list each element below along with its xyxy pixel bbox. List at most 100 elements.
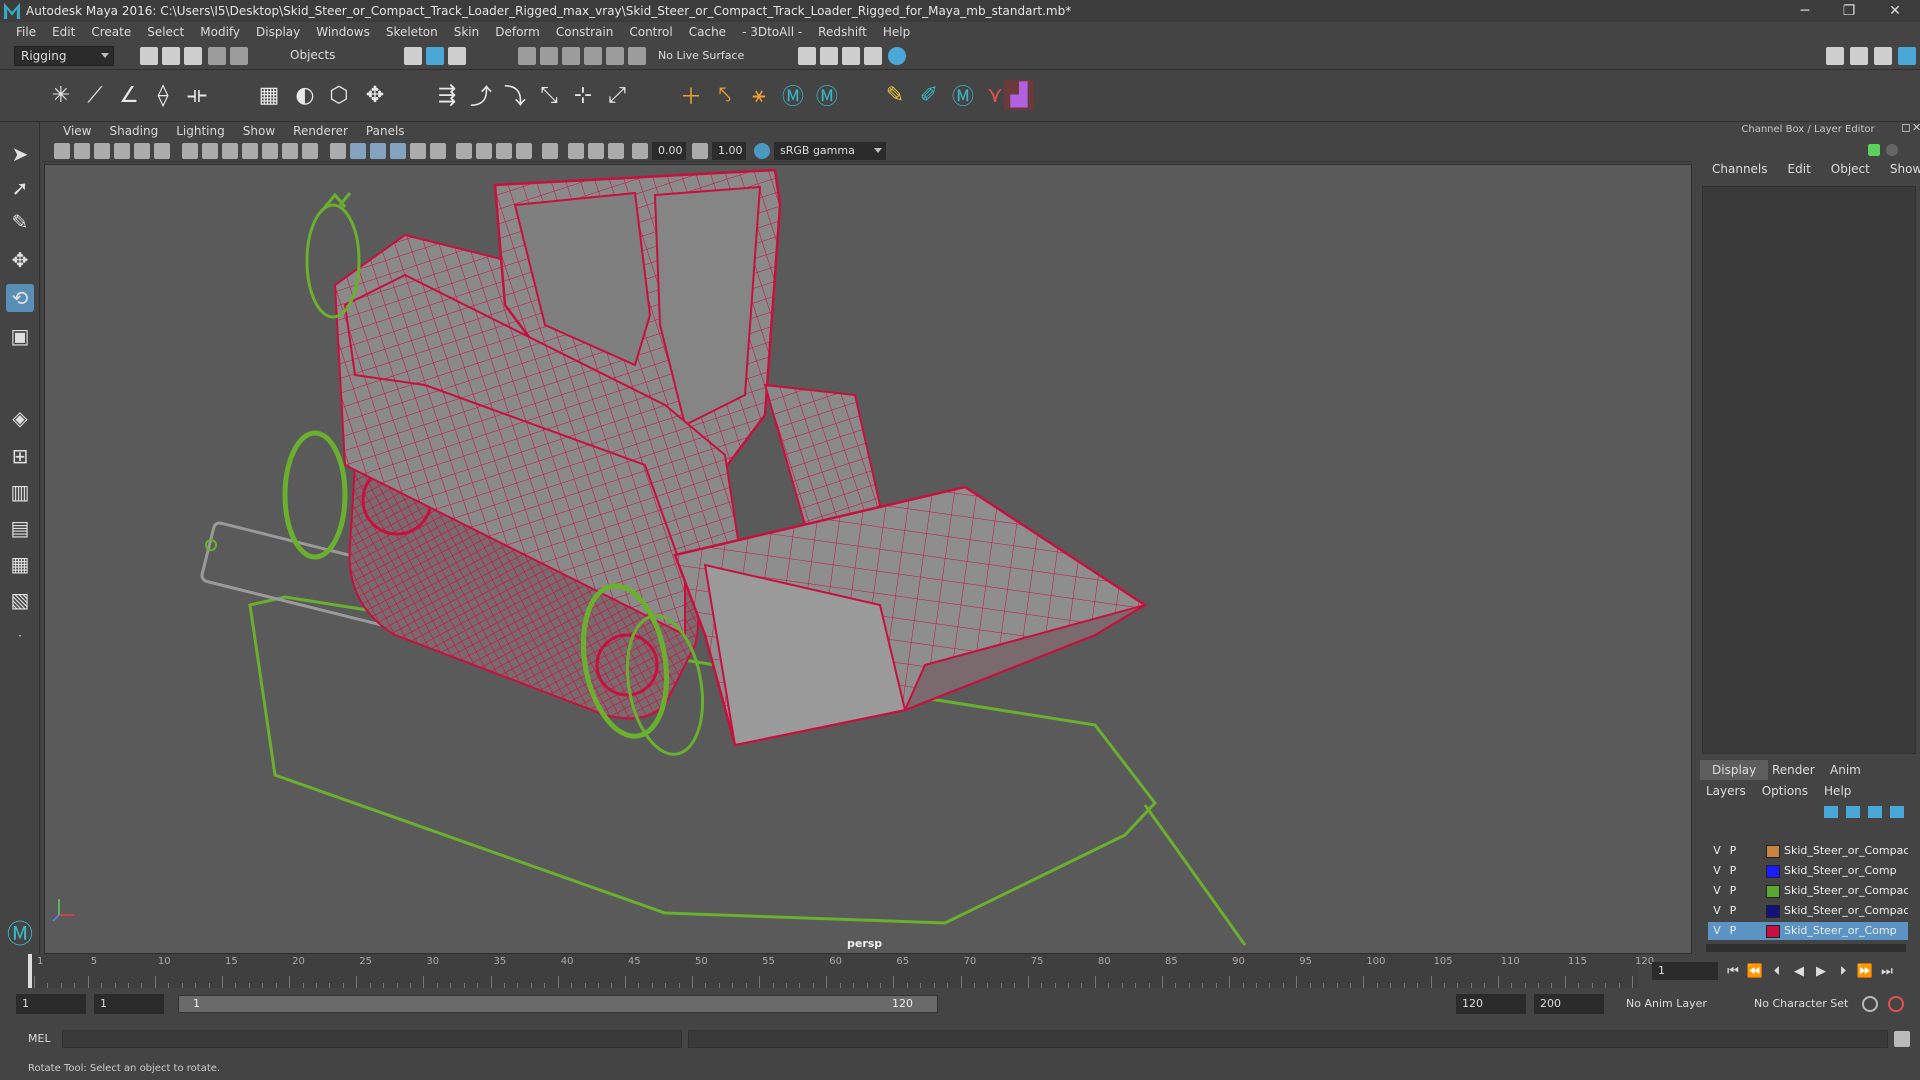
- scale-tool-icon[interactable]: ▣: [6, 322, 34, 350]
- menu-help[interactable]: Help: [875, 25, 918, 39]
- command-input[interactable]: [62, 1030, 682, 1048]
- two-d-pan-icon[interactable]: [134, 143, 150, 159]
- smooth-shade-icon[interactable]: [350, 143, 366, 159]
- menu-control[interactable]: Control: [621, 25, 680, 39]
- viewport-menu-shading[interactable]: Shading: [100, 122, 167, 140]
- attribute-editor-icon[interactable]: [1850, 47, 1868, 65]
- layer-row[interactable]: V P Skid_Steer_or_Comp: [1708, 862, 1908, 880]
- time-slider[interactable]: 1 5 10 15 20 25 30 35 40 45 50 55 60 65 70 75 80 85 90 95 10…: [0, 954, 1920, 988]
- xray-icon[interactable]: [568, 143, 584, 159]
- grid-toggle-icon[interactable]: [182, 143, 198, 159]
- image-plane-icon[interactable]: [114, 143, 130, 159]
- close-panel-icon[interactable]: ✕: [1912, 121, 1920, 134]
- pole-vector-icon[interactable]: ⤢: [602, 80, 632, 110]
- channel-list[interactable]: [1702, 186, 1916, 754]
- menu-skin[interactable]: Skin: [446, 25, 488, 39]
- screen-space-ao-icon[interactable]: [456, 143, 472, 159]
- rotate-tool-icon[interactable]: ⟲: [6, 284, 34, 312]
- single-perspective-layout-icon[interactable]: ◈: [6, 404, 34, 432]
- camera-attributes-icon[interactable]: [74, 143, 90, 159]
- move-layer-down-icon[interactable]: [1846, 806, 1860, 818]
- range-bar[interactable]: 1 120: [178, 995, 938, 1013]
- script-editor-icon[interactable]: [1894, 1031, 1910, 1047]
- hik-icon[interactable]: Ⓜ: [778, 80, 808, 110]
- bookmark-icon[interactable]: [94, 143, 110, 159]
- move-tool-icon[interactable]: ✥: [6, 246, 34, 274]
- layer-color-swatch[interactable]: [1766, 845, 1780, 858]
- exposure-field[interactable]: 0.00: [652, 142, 686, 160]
- tool-settings-icon[interactable]: [1874, 47, 1892, 65]
- orient-constraint-icon[interactable]: ⤵: [500, 80, 530, 110]
- animation-end-field[interactable]: 200: [1534, 994, 1604, 1014]
- new-layer-selected-icon[interactable]: [1890, 806, 1904, 818]
- animation-prefs-icon[interactable]: [1888, 996, 1904, 1012]
- tab-render[interactable]: Render: [1760, 760, 1827, 780]
- layer-menu-layers[interactable]: Layers: [1706, 784, 1754, 798]
- use-all-lights-icon[interactable]: [410, 143, 426, 159]
- ik-spline-icon[interactable]: ∠: [114, 80, 144, 110]
- viewport-menu-renderer[interactable]: Renderer: [284, 122, 357, 140]
- menu-deform[interactable]: Deform: [487, 25, 548, 39]
- channel-box-toggle-icon[interactable]: [1868, 144, 1880, 156]
- lasso-tool-icon[interactable]: ➚: [6, 174, 34, 202]
- layer-menu-options[interactable]: Options: [1762, 784, 1816, 798]
- channel-box-menu-show[interactable]: Show: [1880, 162, 1920, 176]
- current-frame-field[interactable]: 1: [1652, 962, 1718, 980]
- safe-title-icon[interactable]: [302, 143, 318, 159]
- minimize-button[interactable]: ─: [1782, 0, 1828, 22]
- layer-scrollbar[interactable]: [1706, 944, 1906, 952]
- perspective-viewport[interactable]: [44, 164, 1692, 954]
- select-by-object-icon[interactable]: [426, 47, 444, 65]
- insert-joint-icon[interactable]: ⟠: [148, 80, 178, 110]
- layer-playback-toggle[interactable]: P: [1726, 902, 1740, 920]
- channel-box-toggle-icon[interactable]: [1898, 47, 1916, 65]
- shadows-icon[interactable]: [430, 143, 446, 159]
- save-scene-icon[interactable]: [184, 47, 202, 65]
- ik-handle-icon[interactable]: ⟋: [80, 80, 110, 110]
- render-view-icon[interactable]: [798, 47, 816, 65]
- move-layer-up-icon[interactable]: [1824, 806, 1838, 818]
- lattice-icon[interactable]: ⬡: [324, 80, 354, 110]
- make-live-icon[interactable]: [606, 47, 624, 65]
- bind-skin-icon[interactable]: ▦: [254, 80, 284, 110]
- playback-end-field[interactable]: 120: [1456, 994, 1526, 1014]
- render-current-frame-icon[interactable]: [820, 47, 838, 65]
- menu-edit[interactable]: Edit: [44, 25, 83, 39]
- xray-joints-icon[interactable]: [588, 143, 604, 159]
- menu-file[interactable]: File: [8, 25, 44, 39]
- viewport-menu-panels[interactable]: Panels: [357, 122, 414, 140]
- menu-windows[interactable]: Windows: [308, 25, 378, 39]
- new-layer-icon[interactable]: [1868, 806, 1882, 818]
- open-scene-icon[interactable]: [162, 47, 180, 65]
- gate-mask-icon[interactable]: [242, 143, 258, 159]
- time-ruler[interactable]: 1 5 10 15 20 25 30 35 40 45 50 55 60 65 70 75 80 85 90 95 10…: [28, 954, 1654, 988]
- viewport-menu-lighting[interactable]: Lighting: [167, 122, 234, 140]
- snap-point-icon[interactable]: [562, 47, 580, 65]
- go-to-start-icon[interactable]: ⏮: [1724, 962, 1742, 982]
- tab-anim[interactable]: Anim: [1818, 760, 1873, 780]
- select-by-hierarchy-icon[interactable]: [404, 47, 422, 65]
- menu-3dtoall[interactable]: - 3DtoAll -: [734, 25, 810, 39]
- menu-modify[interactable]: Modify: [192, 25, 248, 39]
- step-back-frame-icon[interactable]: ⏴: [1768, 962, 1786, 982]
- character-set-dropdown[interactable]: No Character Set: [1748, 994, 1860, 1014]
- command-language-label[interactable]: MEL: [28, 1032, 51, 1045]
- snap-curve-icon[interactable]: [540, 47, 558, 65]
- isolate-select-icon[interactable]: [542, 143, 558, 159]
- select-tool-icon[interactable]: ➤: [6, 140, 34, 168]
- persp-outliner-layout-icon[interactable]: ▤: [6, 514, 34, 542]
- layer-menu-help[interactable]: Help: [1824, 784, 1859, 798]
- menu-constrain[interactable]: Constrain: [548, 25, 622, 39]
- modeling-toolkit-icon[interactable]: [1826, 47, 1844, 65]
- viewport-menu-show[interactable]: Show: [234, 122, 284, 140]
- scale-constraint-icon[interactable]: ⤡: [534, 80, 564, 110]
- field-chart-icon[interactable]: [262, 143, 278, 159]
- layer-row[interactable]: V P Skid_Steer_or_Compact_Tr: [1708, 882, 1908, 900]
- set-driven-key-icon[interactable]: ⚹: [744, 80, 774, 110]
- layer-color-swatch[interactable]: [1766, 865, 1780, 878]
- layer-visibility-toggle[interactable]: V: [1710, 882, 1724, 900]
- anti-aliasing-icon[interactable]: [496, 143, 512, 159]
- magnet-icon[interactable]: [628, 47, 646, 65]
- render-settings-icon[interactable]: [864, 47, 882, 65]
- playback-start-field[interactable]: 1: [94, 994, 164, 1014]
